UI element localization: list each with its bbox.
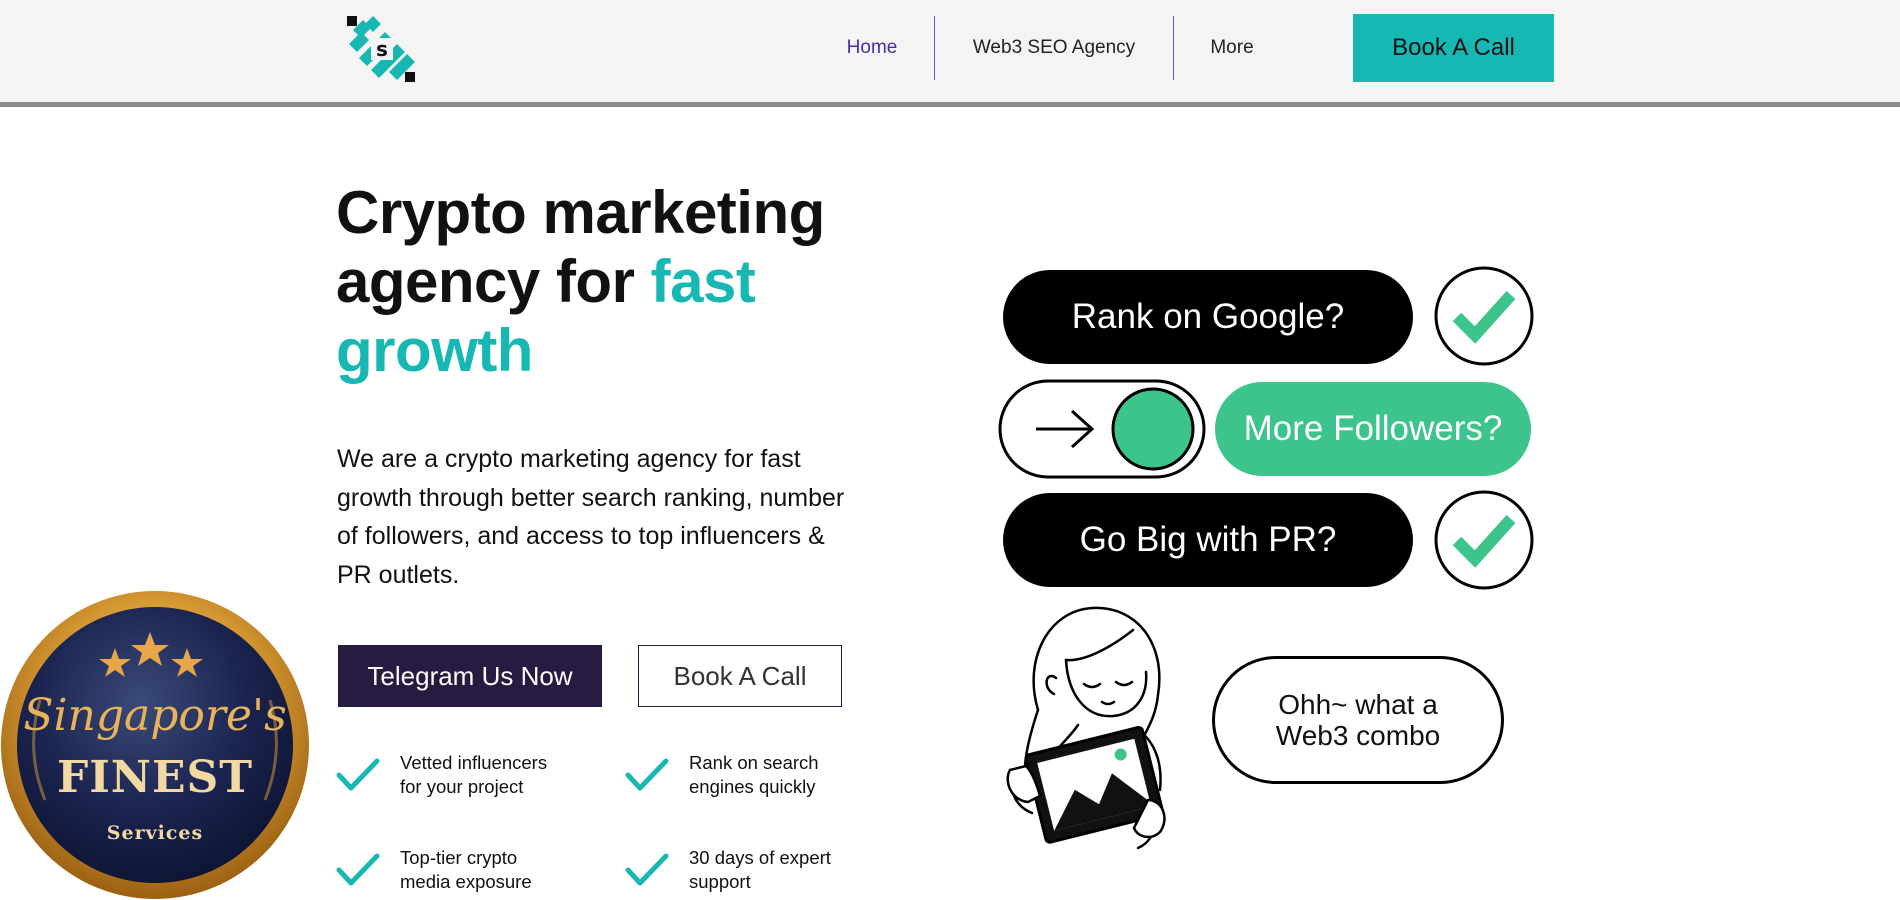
feature-line: Vetted influencers [400, 752, 548, 773]
site-header: s Home Web3 SEO Agency More Book A Call [0, 0, 1900, 107]
check-icon [625, 758, 669, 791]
logo-letter: s [376, 37, 388, 61]
nav-more[interactable]: More [1174, 16, 1290, 80]
more-followers-pill: More Followers? [1215, 382, 1531, 476]
feature-line: media exposure [400, 871, 532, 892]
check-icon [625, 853, 669, 886]
toggle-switch-icon [998, 379, 1206, 479]
feature-text: 30 days of expert support [689, 846, 859, 894]
feature-text: Vetted influencers for your project [400, 751, 570, 799]
headline-line1: Crypto marketing [336, 179, 825, 246]
badge-script-text: Singapore's [23, 690, 287, 741]
web3-combo-bubble: Ohh~ what a Web3 combo [1212, 656, 1504, 784]
feature-line: Rank on search [689, 752, 819, 773]
main-nav: Home Web3 SEO Agency More [810, 16, 1290, 80]
book-call-button[interactable]: Book A Call [638, 645, 842, 707]
check-icon [336, 758, 380, 791]
headline-accent-fast: fast [650, 248, 756, 315]
go-big-with-pr-pill: Go Big with PR? [1003, 493, 1413, 587]
nav-web3-seo-agency[interactable]: Web3 SEO Agency [934, 16, 1174, 80]
feature-item: Rank on search engines quickly [625, 751, 859, 799]
feature-item: Top-tier crypto media exposure [336, 846, 570, 894]
feature-item: 30 days of expert support [625, 846, 859, 894]
header-book-call-button[interactable]: Book A Call [1353, 14, 1554, 82]
feature-line: engines quickly [689, 776, 816, 797]
logo-icon[interactable]: s [345, 14, 417, 84]
check-icon [336, 853, 380, 886]
feature-line: 30 days of expert [689, 847, 831, 868]
feature-text: Top-tier crypto media exposure [400, 846, 570, 894]
combo-line: Web3 combo [1275, 720, 1441, 751]
check-circle-icon [1434, 490, 1534, 590]
hero-headline: Crypto marketing agency for fast growth [336, 178, 856, 385]
feature-line: support [689, 871, 751, 892]
headline-line2: agency for [336, 248, 635, 315]
headline-accent-growth: growth [336, 317, 533, 384]
girl-with-tablet-illustration [1006, 606, 1166, 850]
hero-lead: We are a crypto marketing agency for fas… [337, 445, 845, 589]
check-circle-icon [1434, 266, 1534, 366]
singapores-finest-badge[interactable] [0, 590, 310, 900]
feature-line: for your project [400, 776, 524, 797]
nav-home[interactable]: Home [810, 16, 934, 80]
feature-item: Vetted influencers for your project [336, 751, 570, 799]
feature-line: Top-tier crypto [400, 847, 518, 868]
telegram-button[interactable]: Telegram Us Now [338, 645, 602, 707]
badge-title: FINEST [56, 752, 254, 803]
feature-text: Rank on search engines quickly [689, 751, 859, 799]
rank-on-google-pill: Rank on Google? [1003, 270, 1413, 364]
badge-subtitle: Services [106, 822, 204, 844]
combo-line: Ohh~ what a [1278, 689, 1438, 720]
